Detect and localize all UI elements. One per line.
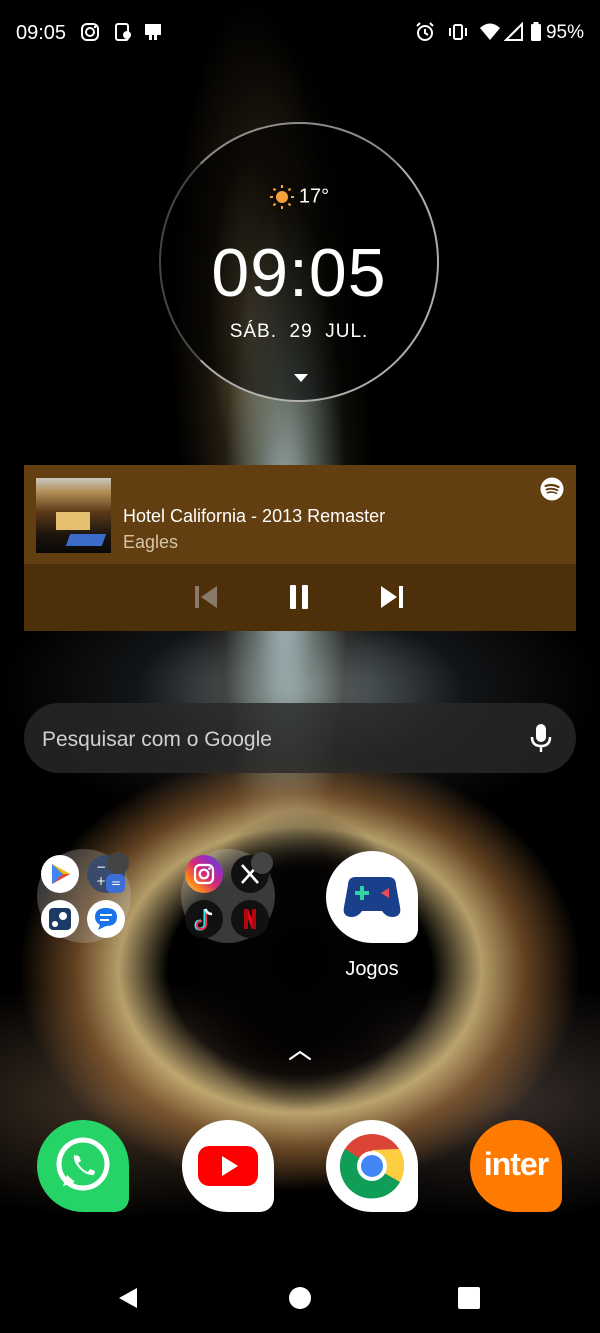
folder-badge (107, 852, 129, 874)
search-placeholder: Pesquisar com o Google (42, 728, 272, 751)
clock-widget[interactable]: 17° 09:05 SÁB. 29 JUL. (159, 122, 439, 402)
pause-icon[interactable] (283, 581, 315, 613)
whatsapp-icon[interactable] (37, 1120, 129, 1212)
notification-icon (115, 23, 131, 41)
play-store-icon (41, 855, 79, 893)
media-player[interactable]: Hotel California - 2013 Remaster Eagles (24, 465, 576, 631)
track-artist: Eagles (123, 532, 179, 552)
wifi-icon (480, 23, 500, 40)
chrome-icon[interactable] (326, 1120, 418, 1212)
netflix-icon (231, 900, 269, 938)
back-icon[interactable] (117, 1286, 139, 1310)
vibrate-icon (449, 24, 467, 40)
track-title: Hotel California - 2013 Remaster (123, 506, 386, 526)
spotify-icon[interactable] (540, 477, 564, 501)
instagram-icon (81, 23, 99, 41)
album-art (36, 478, 111, 553)
alarm-icon (416, 22, 434, 41)
chevron-up-icon[interactable] (288, 1048, 312, 1062)
steam-icon (41, 900, 79, 938)
svg-text:=: = (111, 876, 121, 890)
microphone-icon[interactable] (529, 723, 553, 753)
instagram-icon (185, 855, 223, 893)
google-search-bar[interactable]: Pesquisar com o Google (24, 703, 576, 773)
app-folder[interactable] (181, 849, 275, 943)
next-track-icon[interactable] (376, 581, 408, 613)
clock-time: 09:05 (211, 235, 387, 311)
status-time: 09:05 (16, 22, 67, 44)
messages-icon (87, 900, 125, 938)
inter-logo-text: inter (483, 1146, 549, 1182)
expand-caret-icon[interactable] (294, 374, 308, 382)
sun-icon (269, 185, 294, 209)
notification-icon (145, 24, 161, 40)
temperature: 17° (298, 185, 330, 208)
battery-percent: 95% (545, 22, 584, 43)
folder-badge (251, 852, 273, 874)
recents-icon[interactable] (458, 1287, 480, 1309)
signal-icon (504, 22, 523, 41)
weather: 17° (161, 184, 437, 210)
previous-track-icon[interactable] (190, 581, 222, 613)
svg-text:−: − (96, 860, 106, 874)
svg-text:+: + (96, 874, 106, 888)
battery-icon (531, 22, 541, 41)
youtube-icon[interactable] (182, 1120, 274, 1212)
app-folder[interactable]: − + = (37, 849, 131, 943)
inter-icon[interactable]: inter (470, 1120, 562, 1212)
tiktok-icon (185, 900, 223, 938)
clock-date: SÁB. 29 JUL. (229, 321, 369, 342)
status-bar: 09:05 95% (0, 0, 600, 66)
app-label-games: Jogos (345, 958, 399, 980)
games-icon[interactable] (326, 851, 418, 943)
home-icon[interactable] (288, 1286, 312, 1310)
